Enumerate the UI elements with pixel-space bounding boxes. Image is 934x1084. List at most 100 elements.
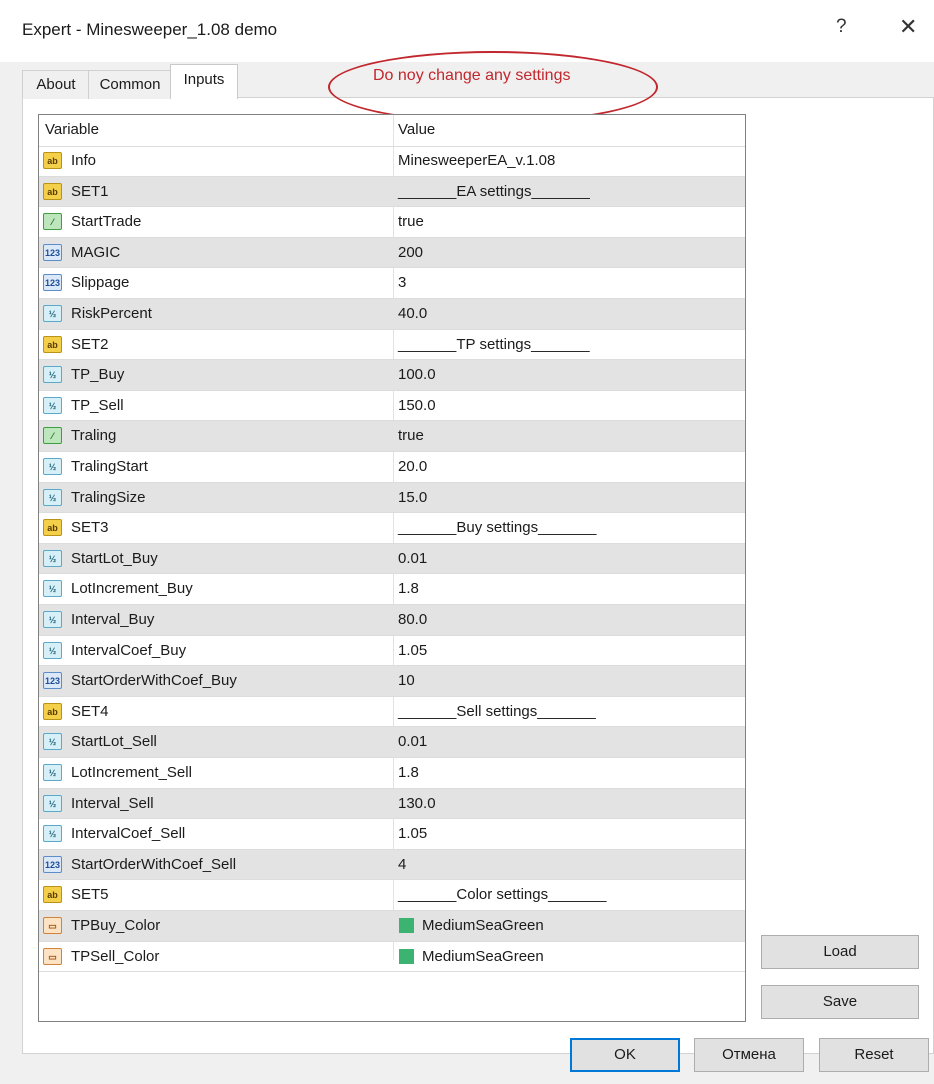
table-row[interactable]: ½ StartLot_Sell 0.01 [39, 727, 745, 758]
double-type-icon: ½ [43, 366, 62, 384]
variable-value[interactable]: _______Sell settings_______ [398, 703, 596, 720]
string-type-icon: ab [43, 152, 62, 169]
close-icon[interactable]: ✕ [899, 14, 917, 40]
table-row[interactable]: ½ TP_Buy 100.0 [39, 360, 745, 391]
load-button[interactable]: Load [761, 935, 919, 969]
variable-value[interactable]: 150.0 [398, 397, 436, 414]
table-row[interactable]: ½ RiskPercent 40.0 [39, 299, 745, 330]
variable-name: TP_Sell [71, 396, 124, 414]
variable-value[interactable]: _______Buy settings_______ [398, 519, 597, 536]
variable-value[interactable]: 4 [398, 856, 406, 873]
variable-value[interactable]: MediumSeaGreen [422, 948, 544, 965]
variable-value[interactable]: true [398, 427, 424, 444]
window-title: Expert - Minesweeper_1.08 demo [22, 20, 278, 39]
table-row[interactable]: ½ TP_Sell 150.0 [39, 391, 745, 422]
variable-value[interactable]: 3 [398, 274, 406, 291]
table-row[interactable]: ½ IntervalCoef_Sell 1.05 [39, 819, 745, 850]
table-row[interactable]: ⁄ Traling true [39, 421, 745, 452]
variable-value[interactable]: 10 [398, 672, 415, 689]
table-row[interactable]: 123 Slippage 3 [39, 268, 745, 299]
variable-name: LotIncrement_Buy [71, 580, 193, 598]
variable-name: Interval_Buy [71, 611, 155, 628]
save-button[interactable]: Save [761, 985, 919, 1019]
table-row[interactable]: ab SET4 _______Sell settings_______ [39, 697, 745, 728]
table-row[interactable]: ▭ TPBuy_Color MediumSeaGreen [39, 911, 745, 942]
variable-value[interactable]: 1.8 [398, 764, 419, 781]
string-type-icon: ab [43, 886, 62, 904]
reset-button[interactable]: Reset [819, 1038, 929, 1072]
variable-name: TralingStart [71, 458, 148, 475]
table-row[interactable]: ⁄ StartTrade true [39, 207, 745, 238]
double-type-icon: ½ [43, 611, 62, 628]
variable-value[interactable]: 200 [398, 244, 423, 261]
variable-value[interactable]: 1.05 [398, 642, 427, 659]
boolean-type-icon: ⁄ [43, 213, 62, 231]
table-row[interactable]: ab SET5 _______Color settings_______ [39, 880, 745, 911]
variable-value[interactable]: 20.0 [398, 458, 427, 475]
variable-name: TPBuy_Color [71, 917, 161, 934]
variable-value[interactable]: 130.0 [398, 795, 436, 812]
double-type-icon: ½ [43, 396, 62, 414]
variable-value[interactable]: true [398, 213, 424, 230]
variable-value[interactable]: 1.8 [398, 580, 419, 597]
table-row[interactable]: ½ Interval_Sell 130.0 [39, 788, 745, 820]
table-row[interactable]: ½ LotIncrement_Buy 1.8 [39, 574, 745, 605]
table-row[interactable]: ½ StartLot_Buy 0.01 [39, 543, 745, 575]
table-row[interactable]: ½ TralingSize 15.0 [39, 482, 745, 514]
integer-type-icon: 123 [43, 672, 62, 690]
variable-value[interactable]: 0.01 [398, 550, 427, 567]
help-icon[interactable]: ? [836, 16, 847, 38]
table-row[interactable]: ab Info MinesweeperEA_v.1.08 [39, 146, 745, 177]
variable-value[interactable]: _______Color settings_______ [398, 886, 607, 903]
table-row[interactable]: ½ IntervalCoef_Buy 1.05 [39, 636, 745, 667]
table-row[interactable]: 123 MAGIC 200 [39, 237, 745, 269]
variable-name: TPSell_Color [71, 947, 160, 965]
double-type-icon: ½ [43, 641, 62, 659]
variable-name: Info [71, 152, 97, 169]
variable-value[interactable]: _______EA settings_______ [398, 183, 590, 200]
table-row[interactable]: 123 StartOrderWithCoef_Buy 10 [39, 666, 745, 697]
tab-inputs[interactable]: Inputs [170, 64, 238, 99]
variable-name: Traling [71, 427, 117, 445]
table-row[interactable]: ½ Interval_Buy 80.0 [39, 605, 745, 636]
variable-value[interactable]: 15.0 [398, 489, 427, 506]
variable-value[interactable]: MediumSeaGreen [422, 917, 544, 934]
color-swatch [399, 948, 414, 964]
table-row[interactable]: 123 StartOrderWithCoef_Sell 4 [39, 849, 745, 881]
table-row[interactable]: ab SET1 _______EA settings_______ [39, 176, 745, 208]
variable-name: SET3 [71, 519, 109, 537]
table-row[interactable]: ab SET2 _______TP settings_______ [39, 330, 745, 361]
table-row[interactable]: ▭ TPSell_Color MediumSeaGreen [39, 942, 745, 973]
variable-value[interactable]: 1.05 [398, 825, 427, 842]
variable-name: StartLot_Buy [71, 549, 158, 567]
integer-type-icon: 123 [43, 274, 62, 292]
table-row[interactable]: ab SET3 _______Buy settings_______ [39, 513, 745, 544]
column-header-value[interactable]: Value [398, 121, 435, 138]
integer-type-icon: 123 [43, 243, 62, 261]
color-swatch [399, 918, 414, 933]
double-type-icon: ½ [43, 549, 62, 567]
variable-name: TP_Buy [71, 366, 125, 384]
variable-value[interactable]: 40.0 [398, 305, 427, 322]
string-type-icon: ab [43, 182, 62, 200]
variable-name: SET5 [71, 886, 109, 904]
integer-type-icon: 123 [43, 855, 62, 873]
inputs-grid[interactable]: Variable Value ab Info MinesweeperEA_v.1.0… [38, 114, 746, 1022]
variable-value[interactable]: 0.01 [398, 733, 427, 750]
ok-button[interactable]: OK [570, 1038, 680, 1072]
column-header-variable[interactable]: Variable [45, 121, 99, 138]
cancel-button[interactable]: Отмена [694, 1038, 804, 1072]
variable-value[interactable]: MinesweeperEA_v.1.08 [398, 152, 555, 169]
variable-value[interactable]: 100.0 [398, 366, 436, 383]
variable-value[interactable]: _______TP settings_______ [398, 336, 590, 353]
variable-name: MAGIC [71, 243, 121, 261]
tab-about[interactable]: About [22, 70, 90, 99]
double-type-icon: ½ [43, 825, 62, 843]
string-type-icon: ab [43, 335, 62, 353]
variable-name: SET2 [71, 335, 109, 353]
table-row[interactable]: ½ TralingStart 20.0 [39, 452, 745, 483]
tab-common[interactable]: Common [88, 70, 172, 99]
double-type-icon: ½ [43, 764, 62, 781]
table-row[interactable]: ½ LotIncrement_Sell 1.8 [39, 758, 745, 789]
variable-value[interactable]: 80.0 [398, 611, 427, 628]
